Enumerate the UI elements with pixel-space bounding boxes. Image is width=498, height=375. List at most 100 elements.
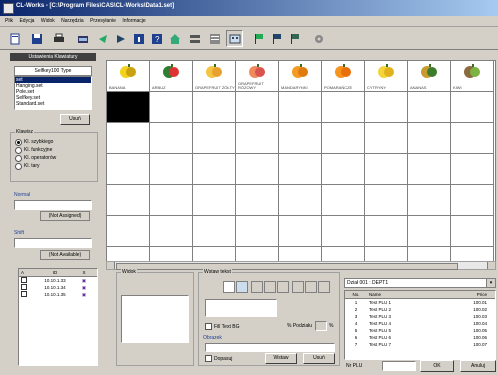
image-path-input[interactable] — [205, 343, 335, 352]
align-left-icon[interactable] — [251, 281, 263, 293]
receive-icon[interactable] — [112, 30, 129, 47]
key-cell-selected[interactable] — [107, 92, 150, 123]
key-cell[interactable] — [365, 92, 408, 123]
key-cell-header[interactable]: ANANAS — [408, 61, 451, 92]
key-cell[interactable] — [107, 123, 150, 154]
menu-plik[interactable]: Plik — [5, 18, 13, 24]
radio-operator-key[interactable]: Kl. operatorów — [15, 154, 56, 162]
scale-row[interactable]: 10.10.1.33 ▣ — [19, 277, 97, 284]
list-item[interactable]: Standard.set — [15, 101, 91, 107]
key-cell[interactable] — [279, 92, 322, 123]
percent-input[interactable] — [315, 321, 327, 331]
checkbox-icon[interactable] — [19, 284, 35, 291]
key-cell-header[interactable]: CYTRYNY — [365, 61, 408, 92]
key-cell[interactable] — [236, 92, 279, 123]
ok-button[interactable]: OK — [420, 360, 454, 372]
chevron-down-icon[interactable]: ▾ — [486, 279, 495, 287]
key-cell[interactable] — [451, 216, 494, 247]
scroll-left-icon[interactable] — [107, 262, 115, 269]
keyboard-file-list[interactable]: set Hanging.set Pole.set Selfkey.set Sta… — [14, 76, 92, 110]
checkbox-icon[interactable] — [19, 277, 35, 284]
table-row[interactable]: 4 Test PLU 4 100.04 — [345, 320, 495, 327]
key-cell-header[interactable]: BANANA — [107, 61, 150, 92]
radio-function-key[interactable]: Kl. funkcyjne — [15, 146, 56, 154]
key-cell[interactable] — [322, 154, 365, 185]
key-cell[interactable] — [107, 247, 150, 261]
key-cell[interactable] — [408, 92, 451, 123]
key-cell[interactable] — [107, 185, 150, 216]
menu-narzedzia[interactable]: Narzędzia — [61, 18, 84, 24]
key-cell[interactable] — [193, 185, 236, 216]
table-row[interactable]: 6 Test PLU 6 100.06 — [345, 334, 495, 341]
key-cell[interactable] — [365, 216, 408, 247]
normal-input[interactable] — [14, 200, 92, 210]
checkbox-icon[interactable] — [19, 291, 35, 298]
cancel-button[interactable]: Anuluj — [460, 360, 496, 372]
key-cell-header[interactable]: ARBUZ — [150, 61, 193, 92]
key-cell-header[interactable]: KIWI — [451, 61, 494, 92]
key-cell[interactable] — [150, 123, 193, 154]
scale-row[interactable]: 10.10.1.35 ▣ — [19, 291, 97, 298]
key-cell[interactable] — [193, 216, 236, 247]
key-cell[interactable] — [193, 247, 236, 261]
flag-blue-icon[interactable] — [268, 30, 285, 47]
key-cell[interactable] — [193, 92, 236, 123]
fill-text-bg-checkbox[interactable]: Fill Text BG — [205, 323, 239, 330]
menu-informacje[interactable]: Informacje — [122, 18, 145, 24]
key-cell[interactable] — [408, 154, 451, 185]
menu-widok[interactable]: Widok — [41, 18, 55, 24]
key-cell[interactable] — [279, 123, 322, 154]
list-icon[interactable] — [206, 30, 223, 47]
key-cell[interactable] — [408, 123, 451, 154]
new-icon[interactable] — [6, 30, 23, 47]
key-cell[interactable] — [150, 92, 193, 123]
table-row[interactable]: 1 Test PLU 1 100.01 — [345, 299, 495, 307]
flag-dark-icon[interactable] — [286, 30, 303, 47]
font-icon[interactable] — [236, 281, 248, 293]
help-icon[interactable]: ? — [148, 30, 165, 47]
key-cell[interactable] — [150, 216, 193, 247]
department-select[interactable]: Dział 001 : DEPT1 ▾ — [344, 278, 496, 288]
key-cell[interactable] — [236, 185, 279, 216]
valign-middle-icon[interactable] — [305, 281, 317, 293]
key-cell[interactable] — [451, 185, 494, 216]
valign-bottom-icon[interactable] — [318, 281, 330, 293]
key-cell[interactable] — [451, 247, 494, 261]
key-cell[interactable] — [279, 185, 322, 216]
info-icon[interactable] — [130, 30, 147, 47]
key-cell[interactable] — [279, 247, 322, 261]
key-cell[interactable] — [365, 154, 408, 185]
scale-icon[interactable] — [74, 30, 91, 47]
table-row[interactable]: 7 Test PLU 7 100.07 — [345, 341, 495, 348]
key-cell[interactable] — [150, 185, 193, 216]
keyboard-icon[interactable] — [226, 30, 243, 47]
flag-green-icon[interactable] — [250, 30, 267, 47]
key-cell-header[interactable]: GRAPEFRUIT ŻÓŁTY — [193, 61, 236, 92]
key-cell[interactable] — [279, 216, 322, 247]
horizontal-scrollbar[interactable] — [106, 261, 496, 270]
key-cell[interactable] — [408, 185, 451, 216]
key-cell[interactable] — [322, 247, 365, 261]
insert-button[interactable]: Wstaw — [265, 353, 297, 364]
send-icon[interactable] — [94, 30, 111, 47]
key-cell-header[interactable]: GRAPEFRUIT RÓŻOWY — [236, 61, 279, 92]
key-cell[interactable] — [322, 216, 365, 247]
key-cell-header[interactable]: POMARAŃCZE — [322, 61, 365, 92]
menu-edycja[interactable]: Edycja — [19, 18, 34, 24]
key-cell[interactable] — [107, 154, 150, 185]
table-row[interactable]: 3 Test PLU 3 100.03 — [345, 313, 495, 320]
key-cell[interactable] — [451, 154, 494, 185]
align-center-icon[interactable] — [264, 281, 276, 293]
delete-button[interactable]: Usuń — [303, 353, 335, 364]
key-cell[interactable] — [322, 92, 365, 123]
radio-tare-key[interactable]: Kl. tary — [15, 162, 56, 170]
key-cell[interactable] — [451, 123, 494, 154]
delete-keyboard-button[interactable]: Usuń — [60, 114, 90, 125]
key-cell[interactable] — [451, 92, 494, 123]
key-cell[interactable] — [107, 216, 150, 247]
key-cell[interactable] — [193, 123, 236, 154]
key-cell[interactable] — [150, 154, 193, 185]
key-cell[interactable] — [322, 185, 365, 216]
save-icon[interactable] — [28, 30, 45, 47]
key-cell[interactable] — [365, 123, 408, 154]
